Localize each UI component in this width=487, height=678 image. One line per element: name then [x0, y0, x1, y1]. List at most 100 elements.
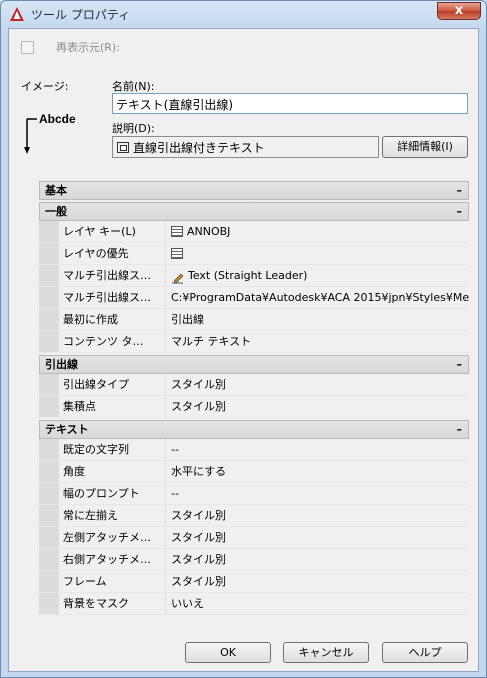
property-name: 幅のプロンプト [63, 487, 140, 500]
property-value[interactable]: ANNOBJ [165, 221, 469, 242]
property-value-text: 水平にする [171, 465, 227, 478]
section-title: 引出線 [45, 358, 78, 371]
property-row[interactable]: 既定の文字列 -- [39, 439, 469, 461]
row-indent [39, 221, 59, 242]
property-value-text: C:¥ProgramData¥Autodesk¥ACA 2015¥jpn¥Sty… [171, 291, 469, 304]
section-header[interactable]: 引出線 – [39, 355, 469, 374]
autocad-app-icon [10, 7, 24, 21]
section-title: テキスト [45, 423, 89, 436]
property-name: 背景をマスク [63, 597, 129, 610]
property-row[interactable]: フレーム スタイル別 [39, 571, 469, 593]
property-value-text: Text (Straight Leader) [188, 269, 308, 282]
property-row[interactable]: 左側アタッチメ… スタイル別 [39, 527, 469, 549]
preview-text: Abcde [39, 112, 76, 126]
help-button[interactable]: ヘルプ [382, 642, 468, 663]
property-value-text: いいえ [171, 597, 204, 610]
title-bar[interactable]: ツール プロパティ x [1, 1, 486, 27]
image-label: イメージ: [21, 80, 69, 93]
property-value[interactable]: -- [165, 439, 469, 460]
property-value[interactable]: スタイル別 [165, 505, 469, 526]
property-value[interactable]: スタイル別 [165, 527, 469, 548]
property-value-text: 引出線 [171, 313, 204, 326]
section-title: 一般 [45, 205, 67, 218]
property-row[interactable]: 常に左揃え スタイル別 [39, 505, 469, 527]
dialog-window: ツール プロパティ x 再表示元(R): イメージ: Abcde 名前(N): … [0, 0, 487, 678]
redisplay-checkbox[interactable] [21, 40, 34, 54]
property-row[interactable]: 角度 水平にする [39, 461, 469, 483]
property-row[interactable]: 右側アタッチメ… スタイル別 [39, 549, 469, 571]
property-value[interactable]: 引出線 [165, 309, 469, 330]
property-name: 常に左揃え [63, 509, 118, 522]
details-button[interactable]: 詳細情報(I) [382, 136, 468, 158]
row-indent [39, 439, 59, 460]
layer-icon [171, 248, 183, 259]
property-value-text: スタイル別 [171, 553, 226, 566]
property-value[interactable]: C:¥ProgramData¥Autodesk¥ACA 2015¥jpn¥Sty… [165, 287, 469, 308]
property-name: 既定の文字列 [63, 443, 129, 456]
cancel-button[interactable]: キャンセル [283, 642, 369, 663]
row-indent [39, 396, 59, 417]
description-text: 直線引出線付きテキスト [133, 140, 265, 155]
section-header[interactable]: 一般 – [39, 202, 469, 221]
collapse-icon[interactable]: – [457, 421, 463, 438]
section-header[interactable]: 基本 – [39, 181, 469, 200]
property-row[interactable]: 集積点 スタイル別 [39, 396, 469, 418]
section-header[interactable]: テキスト – [39, 420, 469, 439]
property-name: レイヤの優先 [63, 247, 129, 260]
row-indent [39, 549, 59, 570]
description-icon [117, 141, 129, 153]
row-indent [39, 243, 59, 264]
property-value[interactable]: 水平にする [165, 461, 469, 482]
property-row[interactable]: マルチ引出線ス… Text (Straight Leader) [39, 265, 469, 287]
property-value[interactable]: スタイル別 [165, 571, 469, 592]
property-row[interactable]: レイヤ キー(L) ANNOBJ [39, 221, 469, 243]
property-row[interactable]: 幅のプロンプト -- [39, 483, 469, 505]
collapse-icon[interactable]: – [457, 356, 463, 373]
property-grid: 基本 – 一般 – レイヤ キー(L) ANNOBJ レイヤの優先マルチ引出線ス… Text … [39, 179, 469, 615]
property-row[interactable]: 引出線タイプ スタイル別 [39, 374, 469, 396]
close-button[interactable]: x [437, 2, 481, 20]
description-label: 説明(D): [112, 122, 155, 135]
property-name: マルチ引出線ス… [63, 269, 151, 282]
property-value[interactable]: マルチ テキスト [165, 331, 469, 352]
collapse-icon[interactable]: – [457, 182, 463, 199]
property-row[interactable]: 背景をマスク いいえ [39, 593, 469, 615]
row-indent [39, 505, 59, 526]
property-value[interactable]: スタイル別 [165, 396, 469, 417]
property-name: レイヤ キー(L) [63, 225, 136, 238]
redisplay-option[interactable]: 再表示元(R): [21, 39, 120, 55]
property-name: 引出線タイプ [63, 378, 129, 391]
property-name: フレーム [63, 575, 107, 588]
section-title: 基本 [45, 184, 67, 197]
property-name: 右側アタッチメ… [63, 553, 151, 566]
property-value[interactable]: いいえ [165, 593, 469, 614]
property-value[interactable] [165, 243, 469, 264]
property-value[interactable]: スタイル別 [165, 549, 469, 570]
property-row[interactable]: マルチ引出線ス… C:¥ProgramData¥Autodesk¥ACA 2015… [39, 287, 469, 309]
property-value-text: -- [171, 487, 179, 500]
property-name: 集積点 [63, 400, 96, 413]
row-indent [39, 461, 59, 482]
property-value-text: スタイル別 [171, 509, 226, 522]
property-value-text: スタイル別 [171, 378, 226, 391]
property-value-text: -- [171, 443, 179, 456]
description-field[interactable]: 直線引出線付きテキスト [112, 136, 379, 158]
property-name: マルチ引出線ス… [63, 291, 151, 304]
property-value[interactable]: Text (Straight Leader) [165, 265, 469, 286]
property-row[interactable]: レイヤの優先 [39, 243, 469, 265]
property-value[interactable]: スタイル別 [165, 374, 469, 395]
pen-icon [171, 270, 184, 284]
row-indent [39, 265, 59, 286]
ok-button[interactable]: OK [185, 642, 271, 663]
property-name: 左側アタッチメ… [63, 531, 151, 544]
property-name: コンテンツ タ… [63, 335, 144, 348]
property-row[interactable]: 最初に作成 引出線 [39, 309, 469, 331]
row-indent [39, 593, 59, 614]
property-row[interactable]: コンテンツ タ… マルチ テキスト [39, 331, 469, 353]
property-value[interactable]: -- [165, 483, 469, 504]
property-name: 最初に作成 [63, 313, 118, 326]
property-value-text: ANNOBJ [187, 225, 231, 238]
row-indent [39, 571, 59, 592]
collapse-icon[interactable]: – [457, 203, 463, 220]
name-field[interactable]: テキスト(直線引出線) [112, 93, 468, 114]
